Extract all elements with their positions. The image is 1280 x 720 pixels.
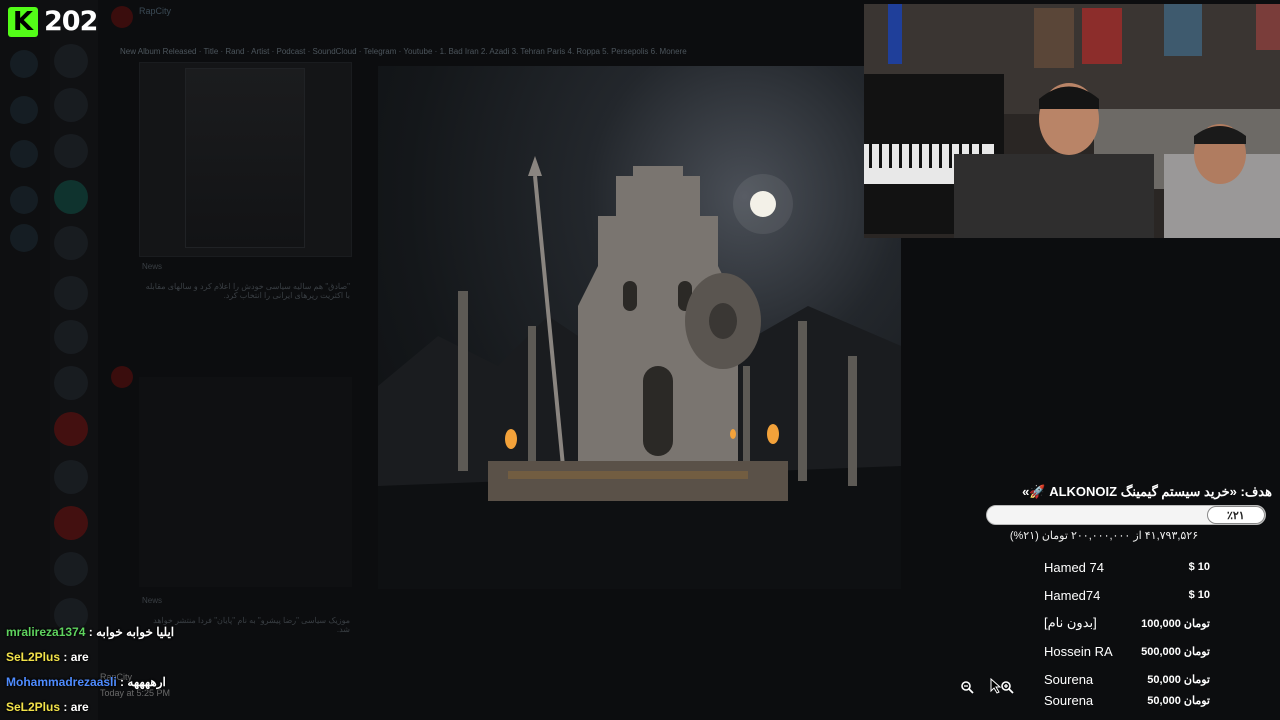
chat-avatar[interactable]: [54, 460, 88, 494]
folder-icon[interactable]: [10, 50, 38, 78]
folder-icon[interactable]: [10, 140, 38, 168]
donor-name: Hossein RA: [1044, 643, 1113, 659]
chat-text: ایلیا خوابه خوابه: [96, 625, 175, 639]
chat-message: SeL2Plus : are: [6, 700, 89, 714]
channel-avatar: [111, 6, 133, 28]
donation-amount: 50,000 تومان: [1147, 673, 1210, 686]
channel-avatar: [111, 366, 133, 388]
chat-username[interactable]: Mohammadrezaasli: [6, 675, 117, 689]
chat-avatar[interactable]: [54, 134, 88, 168]
chat-text: ارههههه: [127, 675, 166, 689]
post-time: Today at 5:25 PM: [100, 688, 171, 698]
kick-logo-icon: K: [8, 6, 38, 37]
goal-progress-fill: ٪۲۱: [1206, 506, 1265, 524]
post-photo: [185, 68, 305, 248]
chat-message: SeL2Plus : are: [6, 650, 89, 664]
chat-username[interactable]: SeL2Plus: [6, 700, 60, 714]
zoom-in-icon[interactable]: [1000, 680, 1014, 694]
chat-avatar[interactable]: [54, 320, 88, 354]
donation-amount: 500,000 تومان: [1141, 645, 1210, 658]
chat-message: Mohammadrezaasli : ارههههه: [6, 675, 166, 689]
viewer-counter: K 202: [8, 6, 98, 37]
post-image: [139, 377, 352, 587]
donation-amount: 100,000 تومان: [1141, 617, 1210, 630]
goal-title: هدف: «خرید سیستم گیمینگ ALKONOIZ 🚀»: [1022, 484, 1272, 499]
chat-avatar[interactable]: [54, 506, 88, 540]
chat-username[interactable]: SeL2Plus: [6, 650, 60, 664]
folder-icon[interactable]: [10, 186, 38, 214]
goal-progress-bar: ٪۲۱: [986, 505, 1266, 525]
chat-text: are: [70, 650, 89, 664]
donation-item: Sourena 50,000 تومان: [1034, 668, 1220, 690]
post-tag: News: [142, 262, 163, 271]
folder-icon[interactable]: [10, 96, 38, 124]
post-tag: News: [142, 596, 163, 605]
donor-name: [بدون نام]: [1044, 615, 1097, 630]
goal-amount: ۴۱,۷۹۳,۵۲۶ از ۲۰۰,۰۰۰,۰۰۰ تومان (۲۱%): [1009, 530, 1199, 542]
webcam-scene: [864, 4, 1280, 238]
donor-name: Hamed74: [1044, 587, 1101, 603]
donation-goal-widget: هدف: «خرید سیستم گیمینگ ALKONOIZ 🚀» ٪۲۱ …: [986, 484, 1272, 542]
donation-item: Sourena 50,000 تومان: [1034, 689, 1220, 711]
chat-username[interactable]: mralireza1374: [6, 625, 85, 639]
chat-avatar[interactable]: [54, 366, 88, 400]
donor-name: Sourena: [1044, 671, 1094, 687]
donor-name: Sourena: [1044, 692, 1094, 708]
folder-icon[interactable]: [10, 224, 38, 252]
chat-text: are: [70, 700, 89, 714]
donation-amount: $ 10: [1188, 561, 1210, 573]
chat-avatar[interactable]: [54, 180, 88, 214]
channel-name: RapCity: [139, 6, 172, 16]
donation-item: [بدون نام] 100,000 تومان: [1034, 612, 1220, 634]
chat-avatar[interactable]: [54, 412, 88, 446]
webcam-feed: [864, 4, 1280, 238]
zoom-out-icon[interactable]: [960, 680, 974, 694]
chat-message: mralireza1374 : ایلیا خوابه خوابه: [6, 625, 175, 639]
donation-amount: 50,000 تومان: [1147, 694, 1210, 707]
pinned-ticker: New Album Released · Title · Rand · Arti…: [120, 47, 687, 56]
donor-name: Hamed 74: [1044, 559, 1104, 575]
chat-avatar[interactable]: [54, 552, 88, 586]
donation-item: Hamed74 $ 10: [1034, 584, 1220, 606]
viewer-count: 202: [44, 6, 98, 37]
artwork-illustration: [378, 156, 901, 589]
donation-item: Hamed 74 $ 10: [1034, 556, 1220, 578]
goal-percent: ٪۲۱: [1226, 509, 1245, 522]
chat-avatar[interactable]: [54, 44, 88, 78]
chat-avatar[interactable]: [54, 226, 88, 260]
album-artwork: [378, 66, 901, 589]
stream-frame: RapCity New Album Released · Title · Ran…: [0, 0, 1280, 720]
post-excerpt: "صادق" هم سالیه سیاسی خودش را اعلام کرد …: [145, 282, 350, 300]
chat-avatar[interactable]: [54, 88, 88, 122]
donation-amount: $ 10: [1188, 589, 1210, 601]
donation-item: Hossein RA 500,000 تومان: [1034, 640, 1220, 662]
chat-avatar[interactable]: [54, 276, 88, 310]
